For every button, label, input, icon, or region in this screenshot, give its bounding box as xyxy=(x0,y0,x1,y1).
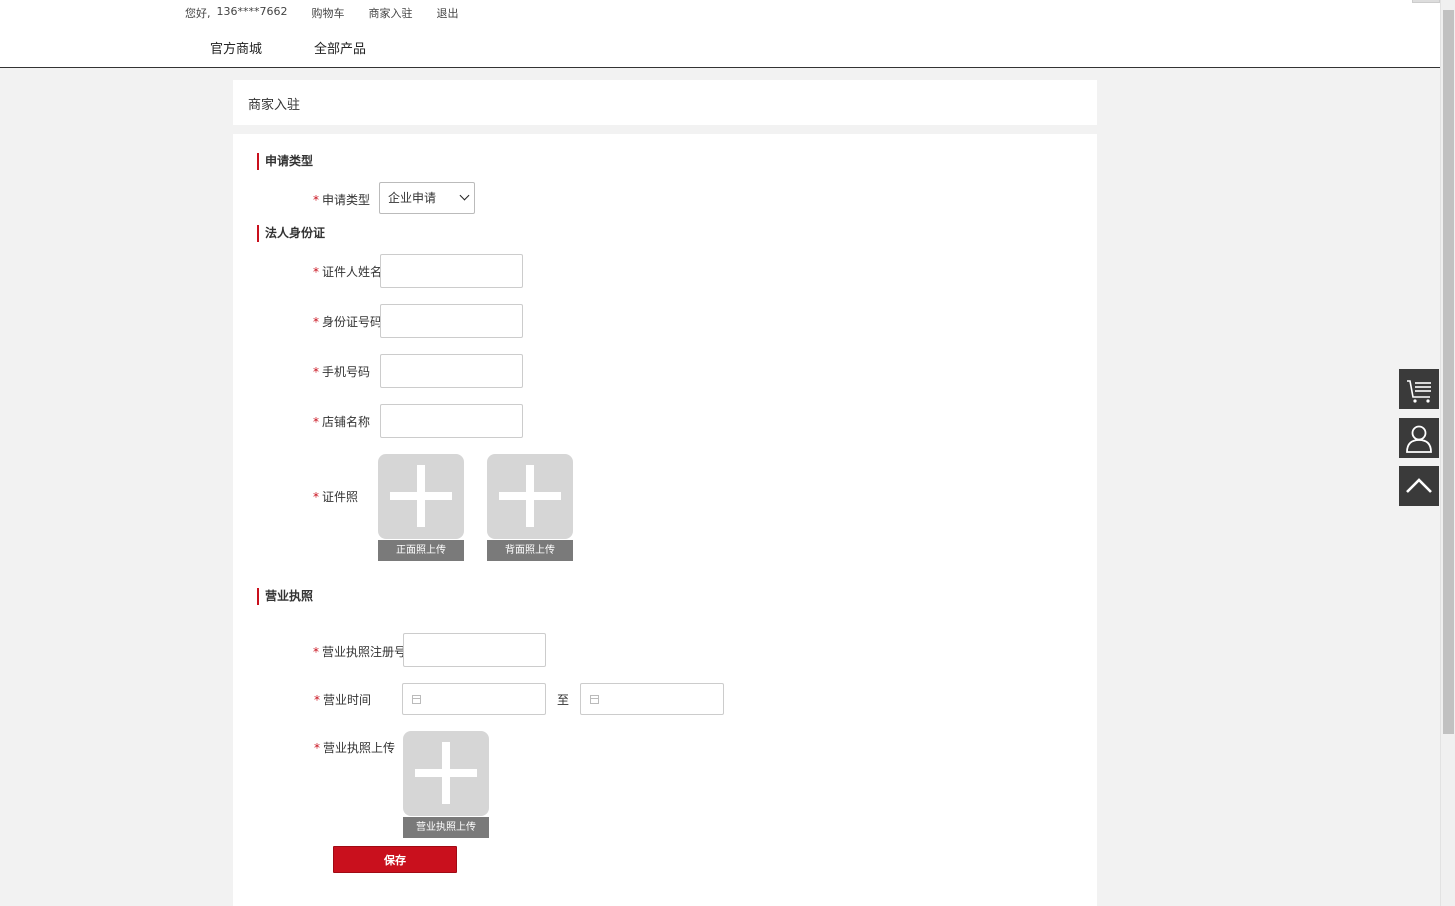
section-legal-id: 法人身份证 xyxy=(257,225,325,242)
cart-link[interactable]: 购物车 xyxy=(312,5,345,21)
shop-name-label: * 店铺名称 xyxy=(313,415,371,429)
shop-name-input[interactable] xyxy=(380,404,523,438)
front-upload-caption: 正面照上传 xyxy=(378,540,464,561)
side-cart-button[interactable] xyxy=(1399,369,1439,409)
calendar-icon xyxy=(412,695,421,704)
user-icon xyxy=(1406,425,1432,453)
corner-tab xyxy=(1412,0,1440,3)
top-header: 您好, 136****7662 购物车 商家入驻 退出 官方商城 全部产品 xyxy=(0,0,1440,68)
id-number-input[interactable] xyxy=(380,304,523,338)
license-no-input[interactable] xyxy=(403,633,546,667)
cart-list-icon xyxy=(1407,380,1431,403)
apply-type-value: 企业申请 xyxy=(388,191,437,205)
business-start-date[interactable] xyxy=(402,683,546,715)
user-bar: 您好, 136****7662 购物车 商家入驻 退出 xyxy=(185,5,483,21)
save-button[interactable]: 保存 xyxy=(333,846,457,873)
id-number-label: * 身份证号码 xyxy=(313,315,383,329)
business-end-date[interactable] xyxy=(580,683,724,715)
section-apply-type: 申请类型 xyxy=(257,153,313,170)
apply-type-select[interactable]: 企业申请 xyxy=(379,182,475,214)
front-photo-upload[interactable]: 正面照上传 xyxy=(378,454,465,561)
license-photo-upload[interactable]: 营业执照上传 xyxy=(403,731,490,838)
back-to-top-icon xyxy=(1406,478,1432,493)
user-phone[interactable]: 136****7662 xyxy=(217,5,288,21)
license-upload-caption: 营业执照上传 xyxy=(403,817,489,838)
merchant-link[interactable]: 商家入驻 xyxy=(369,5,413,21)
nav-official-mall[interactable]: 官方商城 xyxy=(210,38,262,57)
phone-input[interactable] xyxy=(380,354,523,388)
greeting-text: 您好, xyxy=(185,7,211,20)
side-user-button[interactable] xyxy=(1399,418,1439,458)
license-upload-label: * 营业执照上传 xyxy=(314,741,396,755)
main-nav: 官方商城 全部产品 xyxy=(210,38,418,57)
back-upload-caption: 背面照上传 xyxy=(487,540,573,561)
logout-link[interactable]: 退出 xyxy=(437,5,459,21)
page-scrollbar[interactable] xyxy=(1440,0,1455,906)
plus-icon xyxy=(487,454,573,539)
apply-type-label: * 申请类型 xyxy=(313,193,371,207)
id-name-input[interactable] xyxy=(380,254,523,288)
business-time-label: * 营业时间 xyxy=(314,693,372,707)
page-title-box: 商家入驻 xyxy=(233,80,1097,125)
plus-icon xyxy=(403,731,489,816)
merchant-form: 申请类型 * 申请类型 企业申请 法人身份证 * 证件人姓名 * 身份证号码 * 手机号… xyxy=(233,134,1097,906)
phone-label: * 手机号码 xyxy=(313,365,371,379)
nav-all-products[interactable]: 全部产品 xyxy=(314,38,366,57)
back-photo-upload[interactable]: 背面照上传 xyxy=(487,454,574,561)
side-back-to-top-button[interactable] xyxy=(1399,466,1439,506)
plus-icon xyxy=(378,454,464,539)
id-name-label: * 证件人姓名 xyxy=(313,265,383,279)
date-range-separator: 至 xyxy=(557,693,570,707)
page-title: 商家入驻 xyxy=(248,98,301,113)
calendar-icon xyxy=(590,695,599,704)
chevron-down-icon xyxy=(459,190,470,201)
scrollbar-thumb[interactable] xyxy=(1443,10,1454,734)
section-license: 营业执照 xyxy=(257,588,313,605)
id-photo-label: * 证件照 xyxy=(313,490,359,504)
license-no-label: * 营业执照注册号 xyxy=(313,645,407,659)
